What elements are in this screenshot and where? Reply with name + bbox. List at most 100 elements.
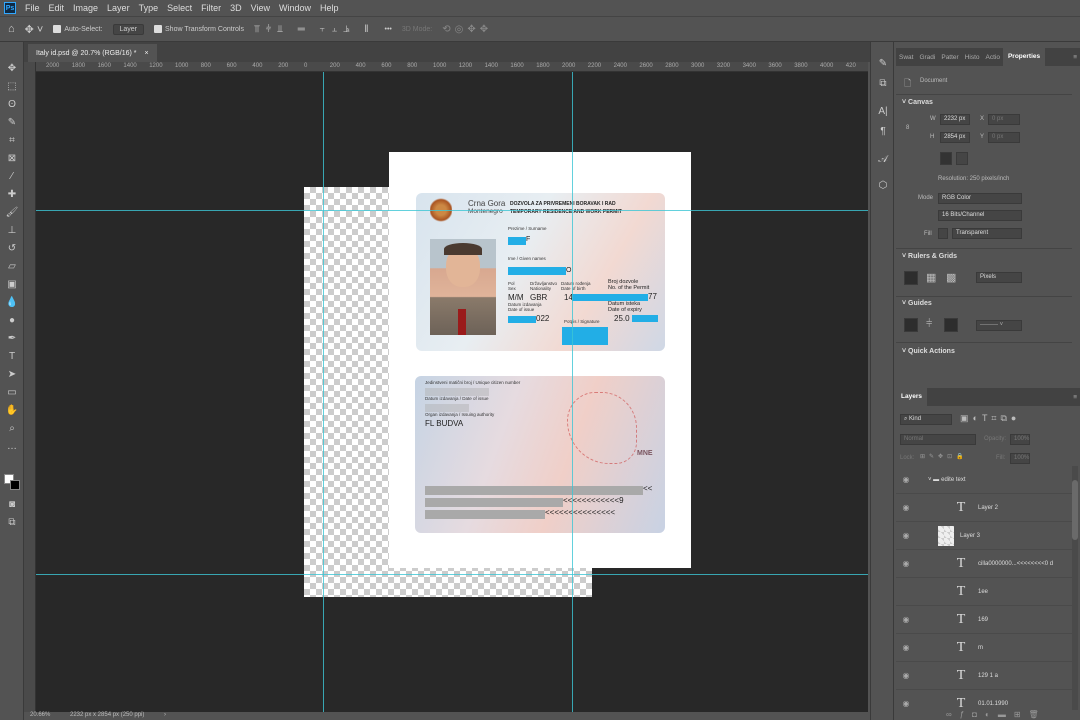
auto-select-dropdown[interactable]: Layer	[112, 23, 145, 35]
ruler-units-dropdown[interactable]: Pixels	[976, 272, 1022, 283]
guide-horizontal[interactable]	[36, 574, 868, 575]
visibility-eye-icon[interactable]: ◉	[896, 643, 916, 652]
show-transform-checkbox[interactable]: Show Transform Controls	[154, 25, 244, 33]
visibility-eye-icon[interactable]: ◉	[896, 699, 916, 708]
guide-horizontal[interactable]	[36, 210, 868, 211]
home-icon[interactable]: ⌂	[8, 23, 15, 35]
canvas-section-header[interactable]: ˅ Canvas	[902, 99, 933, 106]
quick-mask-icon[interactable]: ◙	[5, 498, 19, 512]
visibility-eye-icon[interactable]: ◉	[896, 503, 916, 512]
fill-input[interactable]: 100%	[1010, 453, 1030, 464]
frame-tool-icon[interactable]: ⊠	[5, 152, 19, 166]
background-color-swatch[interactable]	[10, 480, 20, 490]
id-card-back[interactable]: Jedinstveni matični broj / Unique citize…	[415, 376, 665, 533]
status-arrow[interactable]: ›	[164, 712, 166, 718]
fill-dropdown[interactable]: Transparent	[952, 228, 1022, 239]
zoom-level[interactable]: 20.66%	[30, 712, 50, 718]
layer-row[interactable]: ◉ T 169	[896, 606, 1072, 634]
quick-select-tool-icon[interactable]: ✎	[5, 116, 19, 130]
menu-3d[interactable]: 3D	[230, 3, 242, 13]
character-icon[interactable]: A|	[876, 106, 890, 120]
tab-layers[interactable]: Layers	[896, 388, 927, 406]
link-icon[interactable]: 8	[906, 125, 909, 131]
lock-guides-icon[interactable]: ⫩	[926, 318, 932, 331]
crop-tool-icon[interactable]: ⌗	[5, 134, 19, 148]
move-tool-icon[interactable]: ✥ ˅	[25, 23, 44, 36]
close-tab-icon[interactable]: ×	[144, 50, 148, 57]
canvas-area[interactable]: Crna Gora Montenegro DOZVOLA ZA PRIVREME…	[36, 72, 868, 712]
guides-section-header[interactable]: ˅ Guides	[902, 300, 932, 307]
eyedropper-tool-icon[interactable]: ⁄	[5, 170, 19, 184]
tab-actions[interactable]: Actio	[983, 54, 1003, 61]
ruler-toggle-button[interactable]	[904, 271, 918, 285]
healing-tool-icon[interactable]: ✚	[5, 188, 19, 202]
landscape-orientation-button[interactable]	[956, 152, 968, 165]
eraser-tool-icon[interactable]: ▱	[5, 260, 19, 274]
blur-tool-icon[interactable]: 💧	[5, 296, 19, 310]
layer-row[interactable]: □ T 1ee	[896, 578, 1072, 606]
guide-vertical[interactable]	[323, 72, 324, 712]
y-input[interactable]: 0 px	[988, 132, 1020, 143]
menu-edit[interactable]: Edit	[49, 3, 65, 13]
layer-row-group[interactable]: ◉ ˅ ▬ edite text	[896, 466, 1072, 494]
visibility-eye-icon[interactable]: ◉	[896, 475, 916, 484]
type-tool-icon[interactable]: T	[5, 350, 19, 364]
move-tool-icon[interactable]: ✥	[5, 62, 19, 76]
rectangle-tool-icon[interactable]: ▭	[5, 386, 19, 400]
menu-select[interactable]: Select	[167, 3, 192, 13]
glyphs-icon[interactable]: 𝒜	[876, 154, 890, 168]
layer-filter-icons[interactable]: ▣◐T⌗⧉●	[960, 413, 1020, 424]
visibility-eye-icon[interactable]: ◉	[896, 531, 916, 540]
layer-filter-dropdown[interactable]: ⌕ Kind	[900, 414, 952, 425]
stamp-tool-icon[interactable]: ⊥	[5, 224, 19, 238]
document-tab[interactable]: Italy id.psd @ 20.7% (RGB/16) * ×	[28, 44, 157, 62]
layer-row[interactable]: ◉ Tm	[896, 634, 1072, 662]
show-guides-button[interactable]	[904, 318, 918, 332]
x-input[interactable]: 0 px	[988, 114, 1020, 125]
layer-row[interactable]: ◉ Layer 3	[896, 522, 1072, 550]
tab-history[interactable]: Histo	[962, 54, 983, 61]
pixel-grid-icon[interactable]: ▩	[946, 271, 956, 284]
tab-gradients[interactable]: Gradi	[916, 54, 938, 61]
menu-help[interactable]: Help	[320, 3, 339, 13]
brush-tool-icon[interactable]: 🖌	[5, 206, 19, 220]
opacity-input[interactable]: 100%	[1010, 434, 1030, 445]
align-icons[interactable]: ⫪⫩⫫ ═ ⫟⫠⫡ ‖	[254, 24, 375, 35]
visibility-eye-icon[interactable]: ◉	[896, 559, 916, 568]
layer-row[interactable]: ◉ T Layer 2	[896, 494, 1072, 522]
rulers-grids-section-header[interactable]: ˅ Rulers & Grids	[902, 253, 957, 260]
clone-source-icon[interactable]: ⧉	[876, 78, 890, 92]
id-card-front[interactable]: Crna Gora Montenegro DOZVOLA ZA PRIVREME…	[416, 193, 665, 351]
more-options-button[interactable]: •••	[385, 26, 392, 33]
panel-menu-icon[interactable]: ≡	[1070, 54, 1080, 61]
guide-vertical[interactable]	[572, 72, 573, 712]
fill-swatch[interactable]	[938, 228, 948, 239]
smart-guides-button[interactable]	[944, 318, 958, 332]
gradient-tool-icon[interactable]: ▣	[5, 278, 19, 292]
layer-row[interactable]: ◉ Tcilla0000000...<<<<<<<<0 d	[896, 550, 1072, 578]
menu-image[interactable]: Image	[73, 3, 98, 13]
auto-select-checkbox[interactable]: Auto-Select:	[53, 25, 103, 33]
3d-icons[interactable]: ⟲◎✥✥	[442, 24, 492, 35]
layer-row[interactable]: ◉ T 129 1 a	[896, 662, 1072, 690]
3d-icon[interactable]: ⬡	[876, 180, 890, 194]
menu-layer[interactable]: Layer	[107, 3, 130, 13]
screen-mode-icon[interactable]: ⧉	[5, 516, 19, 530]
visibility-eye-icon[interactable]: ◉	[896, 615, 916, 624]
guide-style-dropdown[interactable]: ——— ˅	[976, 320, 1022, 331]
tab-patterns[interactable]: Patter	[938, 54, 961, 61]
visibility-eye-icon[interactable]: ◉	[896, 671, 916, 680]
bit-depth-dropdown[interactable]: 16 Bits/Channel	[938, 210, 1022, 221]
width-input[interactable]: 2232 px	[940, 114, 970, 125]
quick-actions-section-header[interactable]: ˅ Quick Actions	[902, 348, 955, 355]
more-tools-icon[interactable]: …	[5, 440, 19, 454]
portrait-orientation-button[interactable]	[940, 152, 952, 165]
color-mode-dropdown[interactable]: RGB Color	[938, 193, 1022, 204]
menu-window[interactable]: Window	[279, 3, 311, 13]
history-brush-icon[interactable]: ↺	[5, 242, 19, 256]
layers-menu-icon[interactable]: ≡	[1070, 394, 1080, 401]
menu-file[interactable]: File	[25, 3, 40, 13]
menu-type[interactable]: Type	[139, 3, 159, 13]
menu-view[interactable]: View	[251, 3, 270, 13]
lasso-tool-icon[interactable]: ʘ	[5, 98, 19, 112]
